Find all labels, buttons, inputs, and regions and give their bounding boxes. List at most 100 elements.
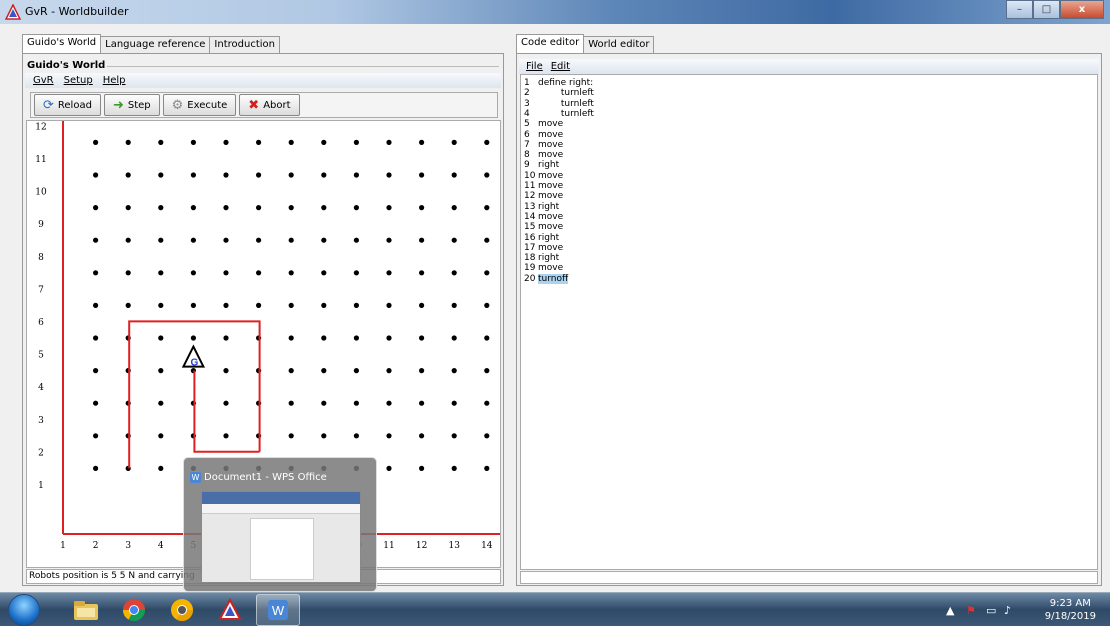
street-corner-dot: [321, 433, 327, 439]
preview-thumbnail[interactable]: [201, 491, 361, 583]
street-corner-dot: [288, 302, 294, 308]
street-corner-dot: [158, 433, 164, 439]
clock[interactable]: 9:23 AM 9/18/2019: [1045, 597, 1096, 623]
street-corner-dot: [353, 172, 359, 178]
street-corner-dot: [256, 205, 262, 211]
line-number: 5: [524, 119, 530, 130]
line-number: 20: [524, 273, 536, 284]
street-corner-dot: [451, 270, 457, 276]
street-corner-dot: [386, 433, 392, 439]
line-text: define right:: [538, 78, 594, 88]
street-corner-dot: [451, 368, 457, 374]
abort-button[interactable]: ✖ Abort: [239, 94, 300, 116]
street-corner-dot: [484, 465, 490, 471]
line-text: move: [538, 119, 564, 130]
street-corner-dot: [93, 400, 99, 406]
street-corner-dot: [93, 302, 99, 308]
street-corner-dot: [386, 172, 392, 178]
close-button[interactable]: x: [1060, 0, 1104, 19]
street-corner-dot: [288, 270, 294, 276]
explorer-taskbar-item[interactable]: [64, 594, 108, 626]
street-corner-dot: [353, 302, 359, 308]
volume-icon[interactable]: ♪: [1004, 604, 1011, 617]
start-button[interactable]: [8, 594, 40, 626]
reload-label: Reload: [57, 99, 92, 111]
street-corner-dot: [158, 139, 164, 145]
taskbar-window-preview[interactable]: W Document1 - WPS Office: [183, 457, 377, 592]
street-corner-dot: [223, 335, 229, 341]
tab-code-editor[interactable]: Code editor: [516, 34, 585, 53]
y-axis-label: 3: [38, 416, 44, 426]
group-title: Guido's World: [27, 60, 108, 71]
street-corner-dot: [125, 172, 131, 178]
line-text: turnoff: [538, 273, 569, 284]
y-axis-label: 12: [35, 122, 46, 132]
thumb-titlebar: [202, 492, 360, 504]
tab-language-reference[interactable]: Language reference: [100, 36, 211, 53]
street-corner-dot: [419, 139, 425, 145]
reload-icon: ⟳: [43, 97, 54, 113]
street-corner-dot: [451, 302, 457, 308]
minimize-button[interactable]: –: [1006, 0, 1033, 19]
line-text: move: [538, 222, 564, 233]
tab-world-editor[interactable]: World editor: [583, 36, 655, 53]
menu-help[interactable]: Help: [103, 75, 126, 86]
code-editor[interactable]: 1 define right: 2 turnleft 3 turnleft 4 turn…: [520, 74, 1098, 570]
gvr-taskbar-item[interactable]: [208, 594, 252, 626]
line-number: 14: [524, 211, 536, 222]
window-titlebar: GvR - Worldbuilder – □ x: [0, 0, 1110, 24]
menu-file[interactable]: File: [526, 61, 543, 72]
robot-label: G: [191, 358, 199, 369]
chrome-canary-taskbar-item[interactable]: [160, 594, 204, 626]
right-tab-strip: Code editor World editor: [516, 34, 655, 54]
street-corner-dot: [419, 172, 425, 178]
x-axis-label: 12: [416, 541, 427, 551]
line-number: 10: [524, 170, 536, 181]
line-text: move: [538, 150, 564, 161]
menu-gvr[interactable]: GvR: [33, 75, 54, 86]
menu-setup[interactable]: Setup: [64, 75, 93, 86]
tab-introduction[interactable]: Introduction: [209, 36, 280, 53]
wps-writer-taskbar-item[interactable]: W: [256, 594, 300, 626]
thumb-page: [250, 518, 314, 580]
menu-edit[interactable]: Edit: [551, 61, 570, 72]
y-axis-label: 8: [38, 253, 44, 263]
street-corner-dot: [256, 302, 262, 308]
tab-guidos-world[interactable]: Guido's World: [22, 34, 102, 53]
line-number: 15: [524, 222, 536, 233]
network-icon[interactable]: ▭: [986, 604, 996, 617]
street-corner-dot: [288, 368, 294, 374]
street-corner-dot: [256, 237, 262, 243]
reload-button[interactable]: ⟳ Reload: [34, 94, 101, 116]
maximize-button[interactable]: □: [1033, 0, 1060, 19]
street-corner-dot: [288, 335, 294, 341]
y-axis-label: 1: [38, 481, 44, 491]
street-corner-dot: [419, 400, 425, 406]
show-hidden-icons-icon[interactable]: ▲: [946, 604, 954, 617]
street-corner-dot: [256, 139, 262, 145]
execute-icon: ⚙: [171, 97, 184, 113]
street-corner-dot: [93, 465, 99, 471]
street-corner-dot: [321, 205, 327, 211]
action-center-icon[interactable]: ⚑: [966, 604, 976, 617]
street-corner-dot: [223, 368, 229, 374]
x-axis-label: 11: [383, 541, 394, 551]
street-corner-dot: [125, 139, 131, 145]
menu-file-label: File: [526, 61, 543, 72]
x-axis-label: 3: [125, 541, 131, 551]
street-corner-dot: [353, 270, 359, 276]
street-corner-dot: [386, 400, 392, 406]
execute-button[interactable]: ⚙ Execute: [162, 94, 237, 116]
street-corner-dot: [93, 139, 99, 145]
street-corner-dot: [158, 237, 164, 243]
chrome-taskbar-item[interactable]: [112, 594, 156, 626]
step-button[interactable]: ➜ Step: [103, 94, 160, 116]
street-corner-dot: [419, 270, 425, 276]
y-axis-label: 7: [38, 285, 44, 295]
x-axis-label: 4: [158, 541, 164, 551]
street-corner-dot: [484, 139, 490, 145]
menu-gvr-label: GvR: [33, 75, 54, 86]
line-text: turnleft: [538, 108, 594, 119]
street-corner-dot: [223, 400, 229, 406]
line-number: 17: [524, 242, 536, 253]
